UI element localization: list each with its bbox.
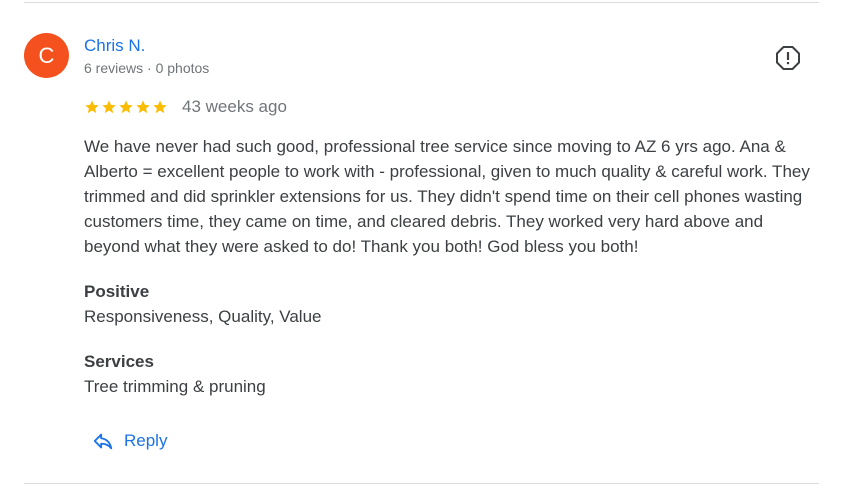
reply-button[interactable]: Reply bbox=[92, 430, 167, 452]
top-divider bbox=[24, 2, 819, 3]
star-rating bbox=[84, 99, 168, 115]
bottom-divider bbox=[24, 483, 819, 484]
author-name[interactable]: Chris N. bbox=[84, 36, 145, 56]
report-icon[interactable] bbox=[775, 45, 801, 71]
rating-row: 43 weeks ago bbox=[84, 97, 287, 117]
positive-value: Responsiveness, Quality, Value bbox=[84, 307, 322, 326]
avatar-letter: C bbox=[38, 42, 55, 68]
services-value: Tree trimming & pruning bbox=[84, 377, 266, 396]
star-icon bbox=[102, 100, 116, 114]
review-time: 43 weeks ago bbox=[182, 97, 287, 116]
star-icon bbox=[119, 100, 133, 114]
star-icon bbox=[153, 100, 167, 114]
star-icon bbox=[85, 100, 99, 114]
avatar[interactable]: C bbox=[24, 33, 69, 78]
reply-label: Reply bbox=[124, 431, 168, 450]
review-text: We have never had such good, professiona… bbox=[84, 137, 810, 256]
star-icon bbox=[136, 100, 150, 114]
reply-arrow-icon bbox=[93, 433, 113, 450]
positive-label: Positive bbox=[84, 282, 150, 301]
services-label: Services bbox=[84, 352, 154, 371]
author-meta: 6 reviews · 0 photos bbox=[84, 60, 210, 76]
